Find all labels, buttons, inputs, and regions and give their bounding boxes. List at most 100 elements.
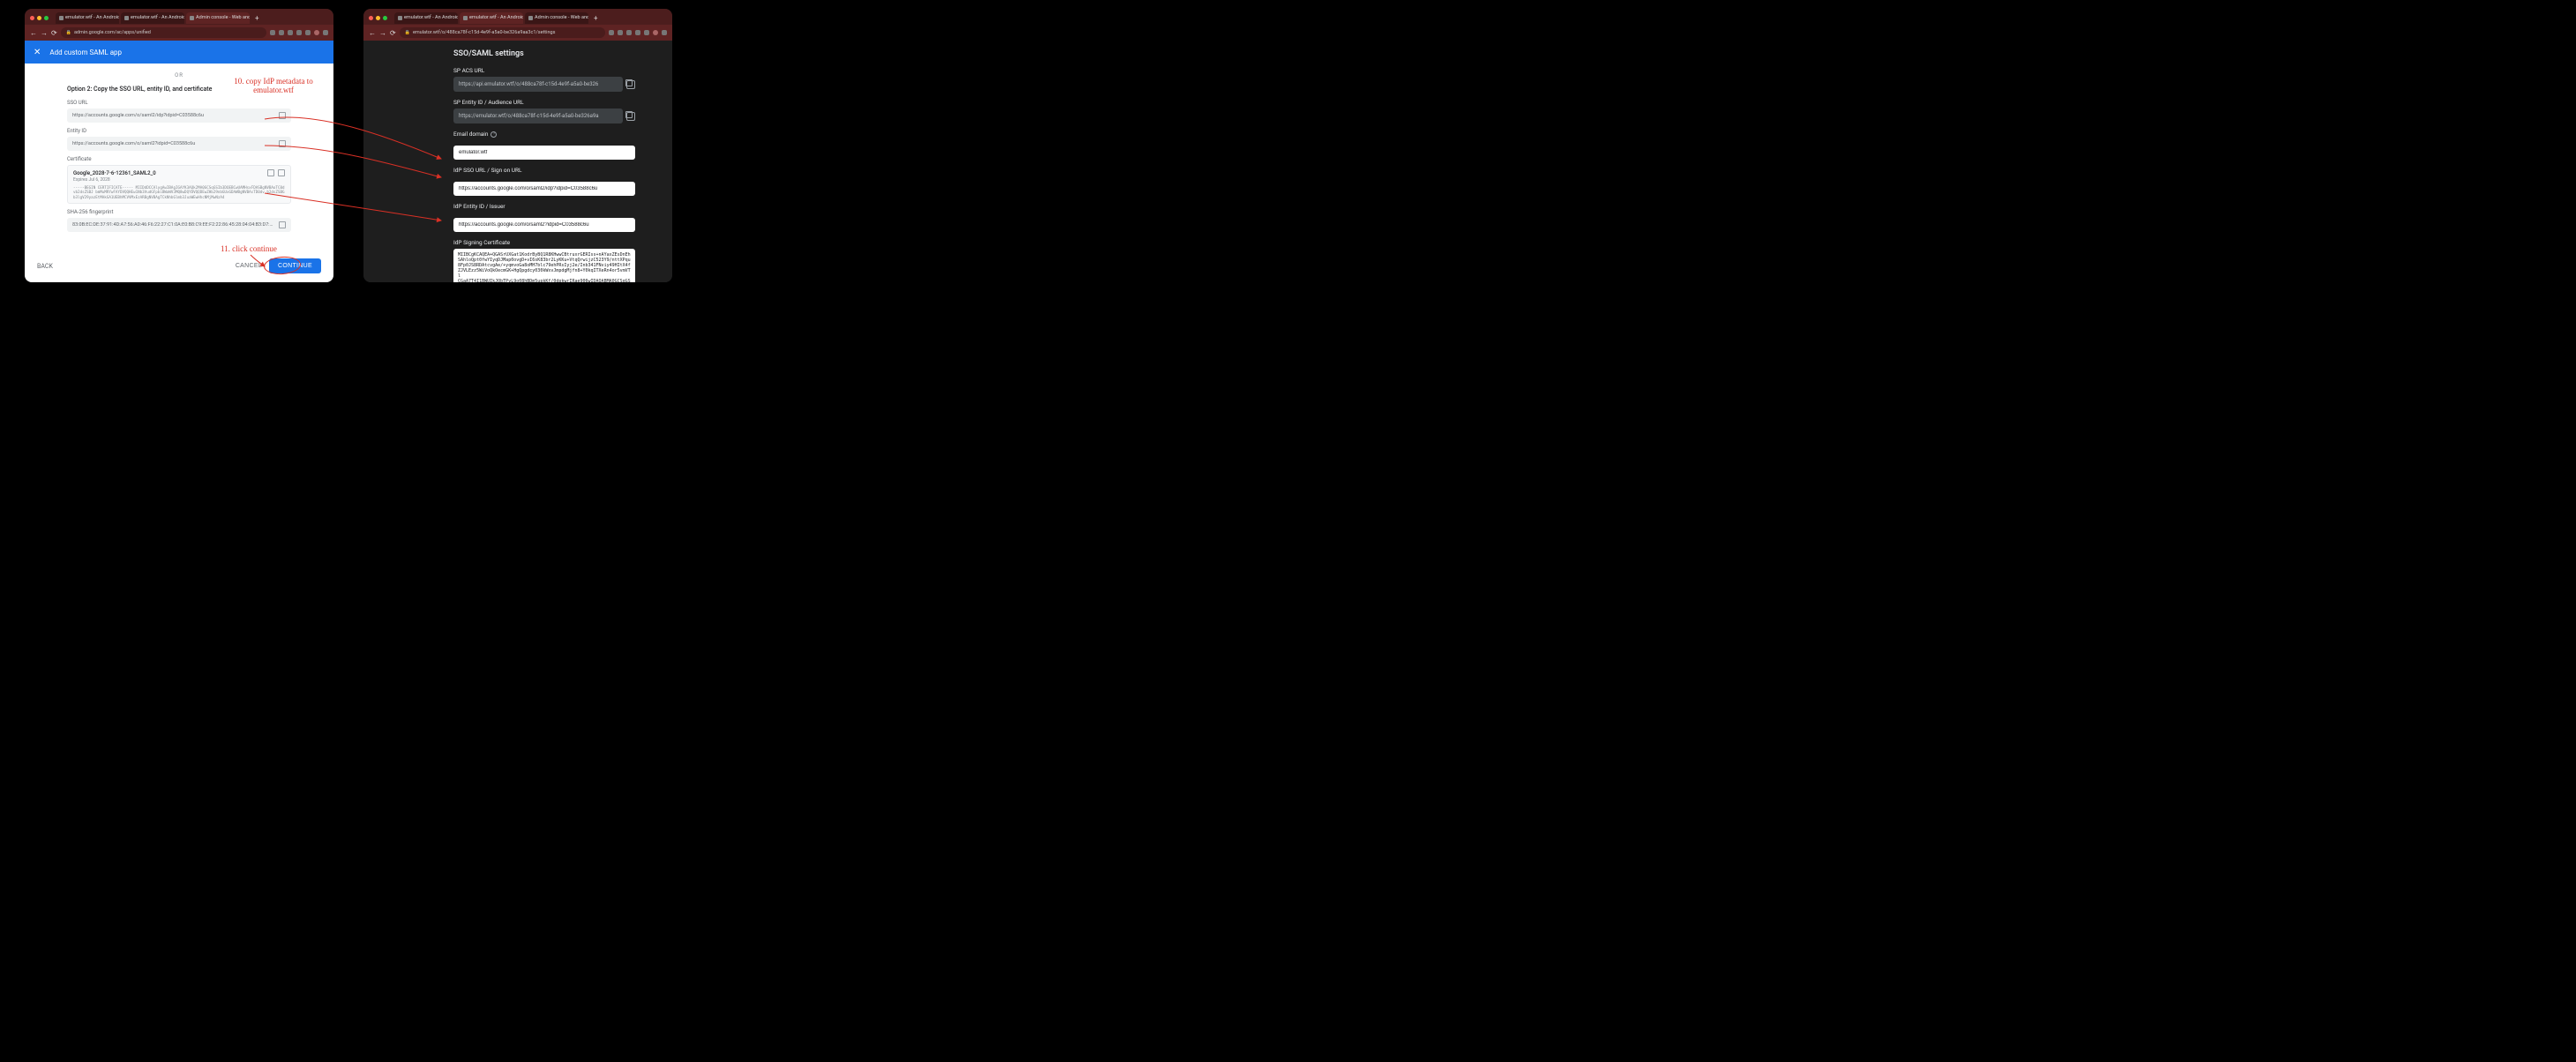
certificate-label: Certificate	[67, 156, 291, 162]
sha-field: 83:0B:EC:DE:37:91:4D:A7:56:A0:46:F6:22:2…	[67, 218, 291, 232]
sso-url-field: https://accounts.google.com/o/saml2/idp?…	[67, 108, 291, 123]
cancel-button[interactable]: CANCEL	[236, 263, 262, 269]
sso-url-value: https://accounts.google.com/o/saml2/idp?…	[72, 113, 204, 118]
window-controls[interactable]	[30, 16, 49, 20]
idp-entity-label: IdP Entity ID / Issuer	[453, 203, 635, 210]
idp-cert-textarea[interactable]: MIIBCgKCAQEA+QGASrUXGat1KodrByBQ1R8KHwwC…	[453, 249, 635, 282]
tab-emulator-1[interactable]: emulator.wtf - An Android clo…×	[56, 12, 119, 24]
url-bar[interactable]: 🔒 emulator.wtf/o/488ca78f-c15d-4e9f-a5a0…	[400, 27, 605, 38]
toolbar: ← → ⟳ 🔒 admin.google.com/ac/apps/unified	[25, 25, 333, 41]
lock-icon: 🔒	[405, 30, 410, 35]
idp-entity-input[interactable]	[453, 218, 635, 232]
tab-title: Admin console - Web and mo…	[535, 15, 588, 20]
url-text: admin.google.com/ac/apps/unified	[74, 30, 151, 35]
new-tab-button[interactable]: +	[590, 14, 602, 22]
entity-id-value: https://accounts.google.com/o/saml2?idpi…	[72, 141, 195, 146]
extension-icon[interactable]	[288, 30, 293, 35]
maximize-window-icon[interactable]	[44, 16, 49, 20]
tab-admin-console[interactable]: Admin console - Web and mo…×	[186, 12, 250, 24]
bookmark-icon[interactable]	[305, 30, 311, 35]
email-domain-label: Email domain?	[453, 131, 635, 138]
extensions-puzzle-icon[interactable]	[296, 30, 302, 35]
tab-emulator-1[interactable]: emulator.wtf - An Android clo…×	[394, 12, 458, 24]
form-area: OR Option 2: Copy the SSO URL, entity ID…	[25, 64, 333, 250]
idp-sso-label: IdP SSO URL / Sign on URL	[453, 167, 635, 174]
url-bar[interactable]: 🔒 admin.google.com/ac/apps/unified	[61, 27, 266, 38]
tab-admin-console[interactable]: Admin console - Web and mo…×	[525, 12, 588, 24]
toolbar: ← → ⟳ 🔒 emulator.wtf/o/488ca78f-c15d-4e9…	[363, 25, 672, 41]
tab-emulator-2[interactable]: emulator.wtf - An Android clo…×	[121, 12, 184, 24]
tab-title: emulator.wtf - An Android clo…	[469, 15, 523, 20]
tabstrip: emulator.wtf - An Android clo…× emulator…	[363, 9, 672, 25]
copy-icon[interactable]	[626, 80, 635, 89]
page-title: SSO/SAML settings	[453, 49, 635, 58]
extensions-puzzle-icon[interactable]	[635, 30, 640, 35]
sp-acs-value: https://api.emulator.wtf/o/488ca78f-c15d…	[453, 77, 623, 92]
idp-sso-input[interactable]	[453, 182, 635, 196]
certificate-expiry: Expires Jul 6, 2028	[73, 177, 285, 183]
close-window-icon[interactable]	[369, 16, 373, 20]
back-icon[interactable]: ←	[369, 29, 376, 37]
chrome-top: emulator.wtf - An Android clo…× emulator…	[25, 9, 333, 41]
minimize-window-icon[interactable]	[37, 16, 41, 20]
dialog-title: Add custom SAML app	[49, 49, 122, 56]
extension-icon[interactable]	[618, 30, 623, 35]
extension-icon[interactable]	[626, 30, 632, 35]
favicon-icon	[59, 16, 64, 20]
menu-icon[interactable]	[323, 30, 328, 35]
or-divider: OR	[67, 72, 291, 79]
entity-id-label: Entity ID	[67, 128, 291, 134]
idp-cert-label: IdP Signing Certificate	[453, 239, 635, 246]
favicon-icon	[528, 16, 533, 20]
bookmark-icon[interactable]	[644, 30, 649, 35]
favicon-icon	[398, 16, 402, 20]
continue-button[interactable]: CONTINUE	[269, 258, 321, 273]
window-controls[interactable]	[369, 16, 387, 20]
certificate-body: -----BEGIN CERTIFICATE----- MIIDdDCCAlyg…	[73, 185, 285, 199]
tab-title: emulator.wtf - An Android clo…	[65, 15, 119, 20]
copy-icon[interactable]	[279, 221, 286, 228]
back-icon[interactable]: ←	[30, 29, 37, 37]
lock-icon: 🔒	[66, 30, 71, 35]
browser-window-left: emulator.wtf - An Android clo…× emulator…	[25, 9, 333, 282]
option-title: Option 2: Copy the SSO URL, entity ID, a…	[67, 86, 291, 93]
certificate-box: Google_2028-7-6-12361_SAML2_0 Expires Ju…	[67, 165, 291, 204]
browser-window-right: emulator.wtf - An Android clo…× emulator…	[363, 9, 672, 282]
forward-icon[interactable]: →	[379, 29, 386, 37]
maximize-window-icon[interactable]	[383, 16, 387, 20]
favicon-icon	[463, 16, 468, 20]
forward-icon[interactable]: →	[41, 29, 48, 37]
favicon-icon	[190, 16, 194, 20]
tab-title: emulator.wtf - An Android clo…	[404, 15, 458, 20]
share-icon[interactable]	[609, 30, 614, 35]
copy-icon[interactable]	[279, 112, 286, 119]
extension-icon[interactable]	[279, 30, 284, 35]
email-domain-input[interactable]	[453, 146, 635, 160]
sp-entity-value: https://emulator.wtf/o/488ca78f-c15d-4e9…	[453, 108, 623, 123]
copy-icon[interactable]	[626, 112, 635, 121]
share-icon[interactable]	[270, 30, 275, 35]
menu-icon[interactable]	[662, 30, 667, 35]
page-content: ✕ Add custom SAML app OR Option 2: Copy …	[25, 41, 333, 282]
close-window-icon[interactable]	[30, 16, 34, 20]
help-icon[interactable]: ?	[490, 131, 497, 138]
close-icon[interactable]: ✕	[34, 48, 41, 57]
back-button[interactable]: BACK	[37, 263, 53, 270]
reload-icon[interactable]: ⟳	[390, 29, 396, 37]
copy-icon[interactable]	[267, 169, 274, 176]
sp-acs-label: SP ACS URL	[453, 67, 635, 74]
new-tab-button[interactable]: +	[251, 14, 263, 22]
profile-avatar-icon[interactable]	[314, 30, 319, 35]
profile-avatar-icon[interactable]	[653, 30, 658, 35]
page-content: SSO/SAML settings SP ACS URL https://api…	[363, 41, 672, 282]
reload-icon[interactable]: ⟳	[51, 29, 57, 37]
tab-title: emulator.wtf - An Android clo…	[131, 15, 184, 20]
sha-label: SHA-256 fingerprint	[67, 209, 291, 215]
extension-icons	[609, 30, 667, 35]
download-icon[interactable]	[278, 169, 285, 176]
tab-title: Admin console - Web and mo…	[196, 15, 250, 20]
extension-icons	[270, 30, 328, 35]
copy-icon[interactable]	[279, 140, 286, 147]
minimize-window-icon[interactable]	[376, 16, 380, 20]
tab-emulator-settings[interactable]: emulator.wtf - An Android clo…×	[460, 12, 523, 24]
